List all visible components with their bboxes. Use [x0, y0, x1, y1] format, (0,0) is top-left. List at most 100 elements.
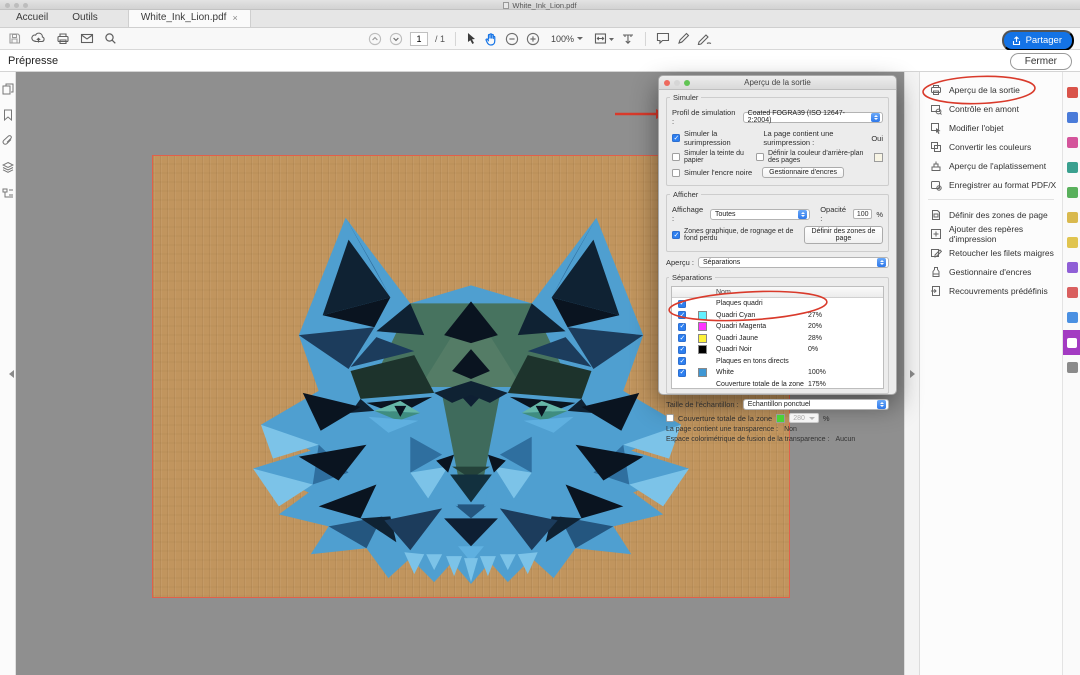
- blue-share-tool-icon: [1067, 312, 1078, 323]
- dock-tool-9[interactable]: [1063, 280, 1080, 305]
- tool-flattener-preview[interactable]: Aperçu de l'aplatissement: [920, 156, 1062, 175]
- simulate-black-ink-checkbox[interactable]: [672, 169, 680, 177]
- page-background-checkbox[interactable]: [756, 153, 764, 161]
- dock-tool-8[interactable]: [1063, 255, 1080, 280]
- collapse-left-panel-icon[interactable]: [9, 370, 14, 378]
- hand-tool-icon[interactable]: [484, 32, 498, 46]
- tool-fix-hairlines[interactable]: Retoucher les filets maigres: [920, 243, 1062, 262]
- tool-edit-object[interactable]: Modifier l'objet: [920, 118, 1062, 137]
- cloud-upload-icon[interactable]: [31, 32, 46, 45]
- simulate-overprint-checkbox[interactable]: [672, 134, 680, 142]
- separation-row-magenta[interactable]: Quadri Magenta 20%: [672, 321, 883, 333]
- dock-tool-4[interactable]: [1063, 155, 1080, 180]
- sample-size-label: Taille de l'échantillon :: [666, 400, 739, 409]
- stepper-icon: [871, 113, 880, 122]
- row-checkbox[interactable]: [678, 311, 686, 319]
- opacity-label: Opacité :: [820, 205, 849, 223]
- dock-tool-1[interactable]: [1063, 80, 1080, 105]
- dock-tool-7[interactable]: [1063, 230, 1080, 255]
- right-tools-dock: [1062, 72, 1080, 675]
- tool-add-printer-marks[interactable]: Ajouter des repères d'impression: [920, 224, 1062, 243]
- search-zoom-icon[interactable]: [104, 32, 117, 45]
- bookmarks-icon[interactable]: [2, 108, 14, 126]
- row-checkbox[interactable]: [678, 323, 686, 331]
- previous-page-icon[interactable]: [368, 32, 382, 46]
- next-page-icon[interactable]: [389, 32, 403, 46]
- zoom-window-icon[interactable]: [684, 80, 690, 86]
- separation-row-cyan[interactable]: Quadri Cyan 27%: [672, 310, 883, 322]
- close-tool-button[interactable]: Fermer: [1010, 53, 1072, 70]
- tool-ink-manager[interactable]: Gestionnaire d'encres: [920, 262, 1062, 281]
- tool-trap-presets[interactable]: Recouvrements prédéfinis: [920, 281, 1062, 300]
- attachments-icon[interactable]: [2, 134, 14, 152]
- page-thumbnails-icon[interactable]: [2, 82, 14, 100]
- coverage-threshold-dropdown[interactable]: 280: [789, 413, 819, 423]
- layers-icon[interactable]: [2, 160, 14, 178]
- separation-row-yellow[interactable]: Quadri Jaune 28%: [672, 333, 883, 345]
- minimize-window-icon[interactable]: [674, 80, 680, 86]
- save-icon[interactable]: [8, 32, 21, 45]
- dock-tool-2[interactable]: [1063, 105, 1080, 130]
- separation-row-white[interactable]: White 100%: [672, 367, 883, 379]
- collapse-right-panel-icon[interactable]: [910, 370, 915, 378]
- page-number-input[interactable]: [410, 32, 428, 46]
- tool-label: Gestionnaire d'encres: [949, 267, 1031, 277]
- separations-legend: Séparations: [669, 273, 715, 282]
- tags-icon[interactable]: [2, 186, 14, 204]
- close-window-icon[interactable]: [664, 80, 670, 86]
- row-checkbox[interactable]: [678, 300, 686, 308]
- page-zones-checkbox[interactable]: [672, 231, 680, 239]
- pencil-icon[interactable]: [677, 32, 690, 45]
- save-pdfx-icon: [930, 179, 942, 191]
- fit-page-dropdown-icon[interactable]: [594, 32, 614, 45]
- scroll-mode-icon[interactable]: [621, 32, 635, 46]
- zoom-out-icon[interactable]: [505, 32, 519, 46]
- separation-row-process-plates[interactable]: Plaques quadri: [672, 298, 883, 310]
- comment-icon[interactable]: [656, 32, 670, 45]
- tool-convert-colors[interactable]: Convertir les couleurs: [920, 137, 1062, 156]
- separations-table[interactable]: Nom Plaques quadri Quadri Cyan 27%: [671, 286, 884, 389]
- show-dropdown[interactable]: Toutes: [710, 209, 810, 220]
- dock-tool-5[interactable]: [1063, 180, 1080, 205]
- yellow-swatch: [698, 334, 707, 343]
- zoom-in-icon[interactable]: [526, 32, 540, 46]
- print-icon[interactable]: [56, 32, 70, 45]
- opacity-input[interactable]: 100: [853, 209, 872, 219]
- set-page-boxes-button[interactable]: Définir des zones de page: [804, 226, 883, 244]
- simulation-profile-dropdown[interactable]: Coated FOGRA39 (ISO 12647-2:2004): [743, 112, 883, 123]
- tab-close-icon[interactable]: ×: [232, 13, 237, 23]
- dialog-titlebar[interactable]: Aperçu de la sortie: [659, 76, 896, 90]
- ink-manager-button[interactable]: Gestionnaire d'encres: [762, 167, 844, 178]
- zoom-level-dropdown[interactable]: 100%: [547, 32, 587, 46]
- share-button[interactable]: Partager: [1002, 30, 1074, 51]
- total-coverage-checkbox[interactable]: [666, 414, 674, 422]
- row-checkbox[interactable]: [678, 369, 686, 377]
- preview-mode-dropdown[interactable]: Séparations: [698, 257, 889, 268]
- tab-home[interactable]: Accueil: [4, 9, 60, 27]
- dock-tool-3[interactable]: [1063, 130, 1080, 155]
- sample-size-dropdown[interactable]: Echantillon ponctuel: [743, 399, 889, 410]
- fill-sign-icon[interactable]: [697, 32, 712, 45]
- tab-tools[interactable]: Outils: [60, 9, 110, 27]
- dock-tool-10[interactable]: [1063, 305, 1080, 330]
- select-tool-icon[interactable]: [466, 32, 477, 45]
- coverage-color-swatch[interactable]: [776, 414, 785, 423]
- background-color-swatch[interactable]: [874, 153, 883, 162]
- tool-preflight[interactable]: Contrôle en amont: [920, 99, 1062, 118]
- row-name: Couverture totale de la zone: [716, 381, 804, 388]
- row-checkbox[interactable]: [678, 346, 686, 354]
- output-preview-dialog[interactable]: Aperçu de la sortie Simuler Profil de si…: [658, 75, 897, 395]
- dock-tool-12[interactable]: [1063, 355, 1080, 380]
- email-icon[interactable]: [80, 33, 94, 44]
- tool-save-pdfx[interactable]: Enregistrer au format PDF/X: [920, 175, 1062, 194]
- tab-document[interactable]: White_Ink_Lion.pdf ×: [128, 8, 251, 27]
- separation-row-black[interactable]: Quadri Noir 0%: [672, 344, 883, 356]
- tool-output-preview[interactable]: Aperçu de la sortie: [920, 80, 1062, 99]
- simulate-paper-checkbox[interactable]: [672, 153, 680, 161]
- tool-set-page-boxes[interactable]: Définir des zones de page: [920, 205, 1062, 224]
- dock-tool-6[interactable]: [1063, 205, 1080, 230]
- dock-tool-print-production-active[interactable]: [1063, 330, 1080, 355]
- row-checkbox[interactable]: [678, 334, 686, 342]
- separation-row-spot-plates[interactable]: Plaques en tons directs: [672, 356, 883, 368]
- row-checkbox[interactable]: [678, 357, 686, 365]
